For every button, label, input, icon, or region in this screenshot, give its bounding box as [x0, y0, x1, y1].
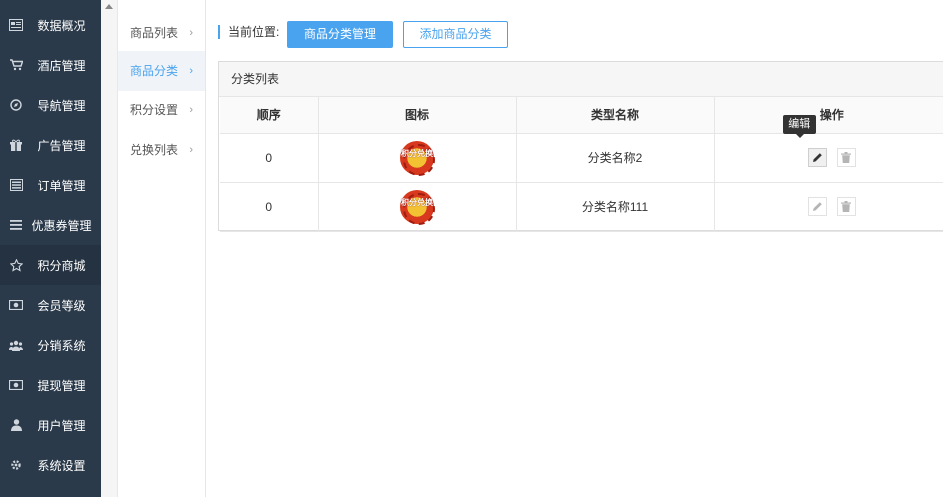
category-image: 积分兑换	[400, 189, 435, 225]
delete-button[interactable]	[836, 197, 856, 216]
chevron-right-icon: ›	[189, 65, 193, 77]
scroll-up-arrow-icon[interactable]	[105, 4, 113, 9]
category-image-text: 积分兑换	[401, 197, 433, 207]
trash-icon	[841, 152, 852, 163]
sidebar-item-settings[interactable]: 系统设置	[0, 445, 101, 485]
table-header-row: 顺序 图标 类型名称 操作	[220, 97, 943, 134]
cell-order: 0	[220, 133, 319, 183]
sidebar-item-hotel[interactable]: 酒店管理	[0, 45, 101, 85]
submenu-item-product-category[interactable]: 商品分类 ›	[118, 51, 205, 91]
sidebar-item-label: 广告管理	[37, 138, 86, 153]
breadcrumb-label: 当前位置:	[228, 25, 280, 39]
trash-icon	[841, 201, 852, 212]
sidebar-item-navigation[interactable]: 导航管理	[0, 85, 101, 125]
sidebar-scrollbar[interactable]	[101, 0, 118, 497]
cell-type-name: 分类名称111	[516, 182, 715, 232]
cell-actions: 编辑	[714, 115, 943, 183]
sidebar-item-ads[interactable]: 广告管理	[0, 125, 101, 165]
sidebar-item-label: 会员等级	[37, 298, 86, 313]
column-header-icon: 图标	[318, 97, 517, 134]
edit-tooltip: 编辑	[782, 115, 816, 138]
submenu-item-label: 商品列表	[130, 26, 179, 40]
submenu-item-label: 兑换列表	[130, 143, 179, 157]
sidebar-item-label: 订单管理	[37, 178, 86, 193]
submenu-item-label: 积分设置	[130, 103, 179, 117]
sidebar-item-label: 用户管理	[37, 418, 86, 433]
pencil-icon	[812, 202, 822, 211]
chevron-right-icon: ›	[189, 104, 193, 116]
sidebar-item-withdraw[interactable]: 提现管理	[0, 365, 101, 405]
submenu: 商品列表 › 商品分类 › 积分设置 › 兑换列表 ›	[118, 0, 206, 497]
sidebar-item-label: 导航管理	[37, 98, 86, 113]
category-table: 顺序 图标 类型名称 操作 0 积分兑换 分类名称2 编辑 0 积分兑换 分类名…	[220, 97, 943, 232]
submenu-item-points-settings[interactable]: 积分设置 ›	[118, 90, 205, 130]
sidebar-item-member-level[interactable]: 会员等级	[0, 285, 101, 325]
main-content: 当前位置: 商品分类管理 添加商品分类 分类列表 顺序 图标 类型名称 操作 0	[206, 0, 943, 497]
sidebar-item-distribution[interactable]: 分销系统	[0, 325, 101, 365]
column-header-actions: 操作	[714, 97, 943, 134]
table-row: 0 积分兑换 分类名称2 编辑	[220, 115, 943, 183]
edit-button[interactable]	[807, 197, 827, 216]
submenu-item-label: 商品分类	[130, 64, 179, 78]
sidebar-item-label: 酒店管理	[37, 58, 86, 73]
category-image: 积分兑换	[400, 140, 435, 176]
sidebar-item-label: 系统设置	[37, 458, 86, 473]
sidebar-item-label: 提现管理	[37, 378, 86, 393]
edit-button[interactable]	[807, 148, 827, 167]
sidebar-item-orders[interactable]: 订单管理	[0, 165, 101, 205]
cell-type-name: 分类名称2	[516, 133, 715, 183]
pencil-icon	[812, 153, 822, 162]
sidebar-item-points-mall[interactable]: 积分商城	[0, 245, 101, 285]
breadcrumb: 当前位置:	[218, 25, 279, 39]
category-management-button[interactable]: 商品分类管理	[287, 21, 393, 48]
sidebar-item-label: 分销系统	[37, 338, 86, 353]
column-header-type-name: 类型名称	[516, 97, 715, 134]
sidebar-item-dashboard[interactable]: 数据概况	[0, 5, 101, 45]
chevron-right-icon: ›	[189, 144, 193, 156]
cell-order: 0	[220, 182, 319, 232]
delete-button[interactable]	[836, 148, 856, 167]
cell-icon: 积分兑换	[318, 182, 517, 232]
sidebar-item-label: 优惠券管理	[31, 218, 92, 233]
chevron-right-icon: ›	[189, 27, 193, 39]
cell-actions	[714, 182, 943, 232]
sidebar-item-users[interactable]: 用户管理	[0, 405, 101, 445]
sidebar-item-label: 积分商城	[37, 258, 86, 273]
category-image-text: 积分兑换	[401, 148, 433, 158]
submenu-item-product-list[interactable]: 商品列表 ›	[118, 13, 205, 53]
column-header-order: 顺序	[220, 97, 319, 134]
panel-title: 分类列表	[219, 62, 943, 97]
cell-icon: 积分兑换	[318, 133, 517, 183]
add-category-button[interactable]: 添加商品分类	[403, 21, 508, 48]
category-list-panel: 分类列表 顺序 图标 类型名称 操作 0 积分兑换 分类名称2 编辑 0 积分兑…	[218, 61, 943, 232]
submenu-item-exchange-list[interactable]: 兑换列表 ›	[118, 130, 205, 170]
main-sidebar: 数据概况 酒店管理 导航管理 广告管理 订单管理 优惠券管理 积分商城 会员等级…	[0, 0, 118, 497]
sidebar-item-label: 数据概况	[37, 18, 86, 33]
table-row: 0 积分兑换 分类名称111	[220, 182, 943, 232]
sidebar-item-coupons[interactable]: 优惠券管理	[0, 205, 101, 245]
